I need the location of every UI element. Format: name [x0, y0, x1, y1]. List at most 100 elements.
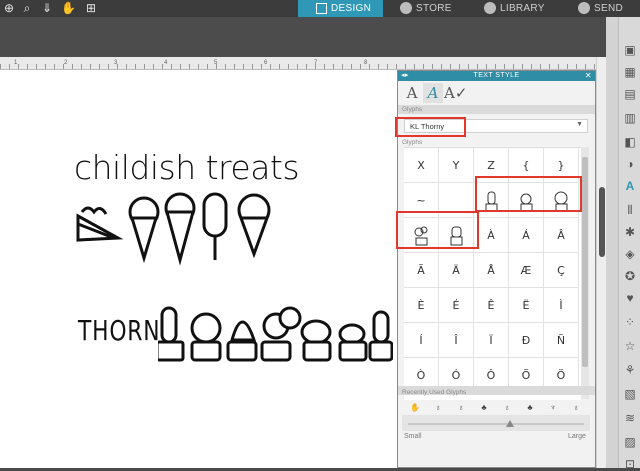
glyph-cell[interactable]: Ð: [509, 323, 544, 358]
ruler-mark: 5: [214, 60, 218, 66]
move-down-icon[interactable]: ⇓: [40, 1, 54, 15]
lines-icon[interactable]: ≋: [622, 411, 638, 425]
cactus-icon: [158, 306, 185, 362]
cactus-icon: [226, 320, 258, 362]
slider-thumb[interactable]: [506, 420, 515, 427]
ruler-mark: 6: [264, 60, 268, 66]
replicate-icon[interactable]: ✱: [622, 225, 638, 239]
cactus-glyphs[interactable]: [158, 298, 393, 366]
scrollbar-thumb[interactable]: [599, 187, 605, 257]
library-panel-icon[interactable]: ▨: [622, 435, 638, 449]
highlight-font-select: [395, 117, 466, 137]
design-store-icon[interactable]: ⚘: [622, 363, 638, 377]
glyph-cell[interactable]: É: [439, 288, 474, 323]
recent-glyphs-label: Recently Used Glyphs: [402, 389, 467, 396]
glyph-cell[interactable]: Á: [509, 218, 544, 253]
zoom-fit-icon[interactable]: ⌕: [20, 1, 34, 15]
glyph-cell[interactable]: Å: [474, 253, 509, 288]
grip-icon[interactable]: ◂▸: [401, 71, 409, 81]
transform-icon[interactable]: ▤: [622, 87, 638, 101]
tab-library[interactable]: LIBRARY: [484, 0, 545, 17]
close-icon[interactable]: ✕: [585, 71, 592, 81]
line-color-icon[interactable]: ◑: [622, 157, 638, 171]
cut-settings-icon[interactable]: ⊡: [622, 457, 638, 471]
glyph-cell[interactable]: Y: [439, 148, 474, 183]
design-text-line1[interactable]: childish treats: [74, 148, 300, 187]
ruler-mark: 3: [114, 60, 118, 66]
panel-gutter: [606, 17, 618, 468]
font-tab-icon[interactable]: A: [402, 83, 422, 103]
panel-header[interactable]: ◂▸ TEXT STYLE ✕: [398, 71, 595, 81]
tab-design[interactable]: DESIGN: [298, 0, 383, 17]
glyph-cell[interactable]: Ã: [404, 253, 439, 288]
ice-cream-cone-icon: [164, 192, 196, 266]
cactus-icon: [300, 319, 332, 362]
tab-store[interactable]: STORE: [400, 0, 452, 17]
horizontal-ruler: 1 2 3 4 5 6 7 8: [0, 57, 600, 70]
cactus-icon: [368, 310, 393, 362]
text-style-icon[interactable]: A: [622, 179, 638, 193]
page-setup-icon[interactable]: ▣: [622, 43, 638, 57]
popsicle-icon: [202, 192, 228, 260]
dessert-glyphs[interactable]: [74, 188, 279, 268]
align-icon[interactable]: ⫴: [622, 203, 638, 217]
glyph-cell[interactable]: Ë: [509, 288, 544, 323]
ice-cream-cone-icon: [128, 196, 160, 264]
pixscan-icon[interactable]: ▦: [622, 65, 638, 79]
glyph-cell[interactable]: Ä: [439, 253, 474, 288]
slider-large-label: Large: [568, 433, 586, 440]
glyph-cell[interactable]: Ç: [544, 253, 579, 288]
cactus-icon: [260, 306, 302, 362]
cutter-icon: [578, 2, 590, 15]
glyph-cell[interactable]: Ï: [474, 323, 509, 358]
ruler-mark: 8: [364, 60, 368, 66]
spellcheck-tab-icon[interactable]: A✓: [444, 83, 467, 103]
pan-hand-icon[interactable]: ✋: [61, 1, 76, 15]
glyph-cell[interactable]: X: [404, 148, 439, 183]
glyph-cell[interactable]: È: [404, 288, 439, 323]
ruler-mark: 2: [64, 60, 68, 66]
ice-cream-cone-icon: [237, 193, 271, 259]
modify-icon[interactable]: ◈: [622, 247, 638, 261]
zoom-icon[interactable]: ⊕: [2, 1, 16, 15]
chevron-down-icon[interactable]: ▼: [576, 121, 583, 128]
grid-icon: [316, 3, 327, 14]
tab-send[interactable]: SEND: [578, 0, 623, 17]
glyph-cell[interactable]: Í: [404, 323, 439, 358]
ruler-ticks: [0, 64, 600, 69]
ruler-mark: 4: [164, 60, 168, 66]
add-page-icon[interactable]: ⊞: [84, 1, 98, 15]
style-tabs: A A A✓: [402, 83, 592, 105]
slider-small-label: Small: [404, 433, 422, 440]
glyph-grid-scrollbar[interactable]: [581, 147, 589, 399]
glyph-cell[interactable]: Î: [439, 323, 474, 358]
highlight-glyphs-row2: [396, 211, 479, 249]
glyph-cell[interactable]: Â: [544, 218, 579, 253]
glyph-cell[interactable]: Ì: [544, 288, 579, 323]
fill-color-icon[interactable]: ◧: [622, 135, 638, 149]
trace-icon[interactable]: ♥: [622, 291, 638, 305]
top-toolbar: ⊕ ⌕ ⇓ ✋ ⊞ DESIGN STORE LIBRARY SEND: [0, 0, 640, 17]
section-divider: [398, 105, 595, 114]
glyphs-tab-icon[interactable]: A: [423, 83, 443, 103]
sketch-icon[interactable]: ⁘: [622, 315, 638, 329]
ruler-mark: 1: [14, 60, 18, 66]
glyphs-section-label: Glyphs: [402, 106, 423, 113]
glyphs-grid-label: Glyphs: [402, 139, 423, 146]
layers-icon[interactable]: ▥: [622, 111, 638, 125]
cloud-icon: [484, 2, 496, 15]
cactus-icon: [190, 312, 222, 362]
glyph-cell[interactable]: Ê: [474, 288, 509, 323]
glyph-cell[interactable]: Ñ: [544, 323, 579, 358]
slider-track[interactable]: [408, 423, 584, 425]
pattern-icon[interactable]: ▧: [622, 387, 638, 401]
cake-slice-icon: [76, 206, 124, 242]
glyph-cell[interactable]: Æ: [509, 253, 544, 288]
ruler-mark: 7: [314, 60, 318, 66]
glyph-cell[interactable]: À: [474, 218, 509, 253]
star-icon[interactable]: ☆: [622, 339, 638, 353]
store-icon: [400, 2, 412, 15]
offset-icon[interactable]: ✪: [622, 269, 638, 283]
glyph-size-slider[interactable]: [408, 420, 584, 428]
scrollbar-thumb[interactable]: [582, 157, 588, 367]
